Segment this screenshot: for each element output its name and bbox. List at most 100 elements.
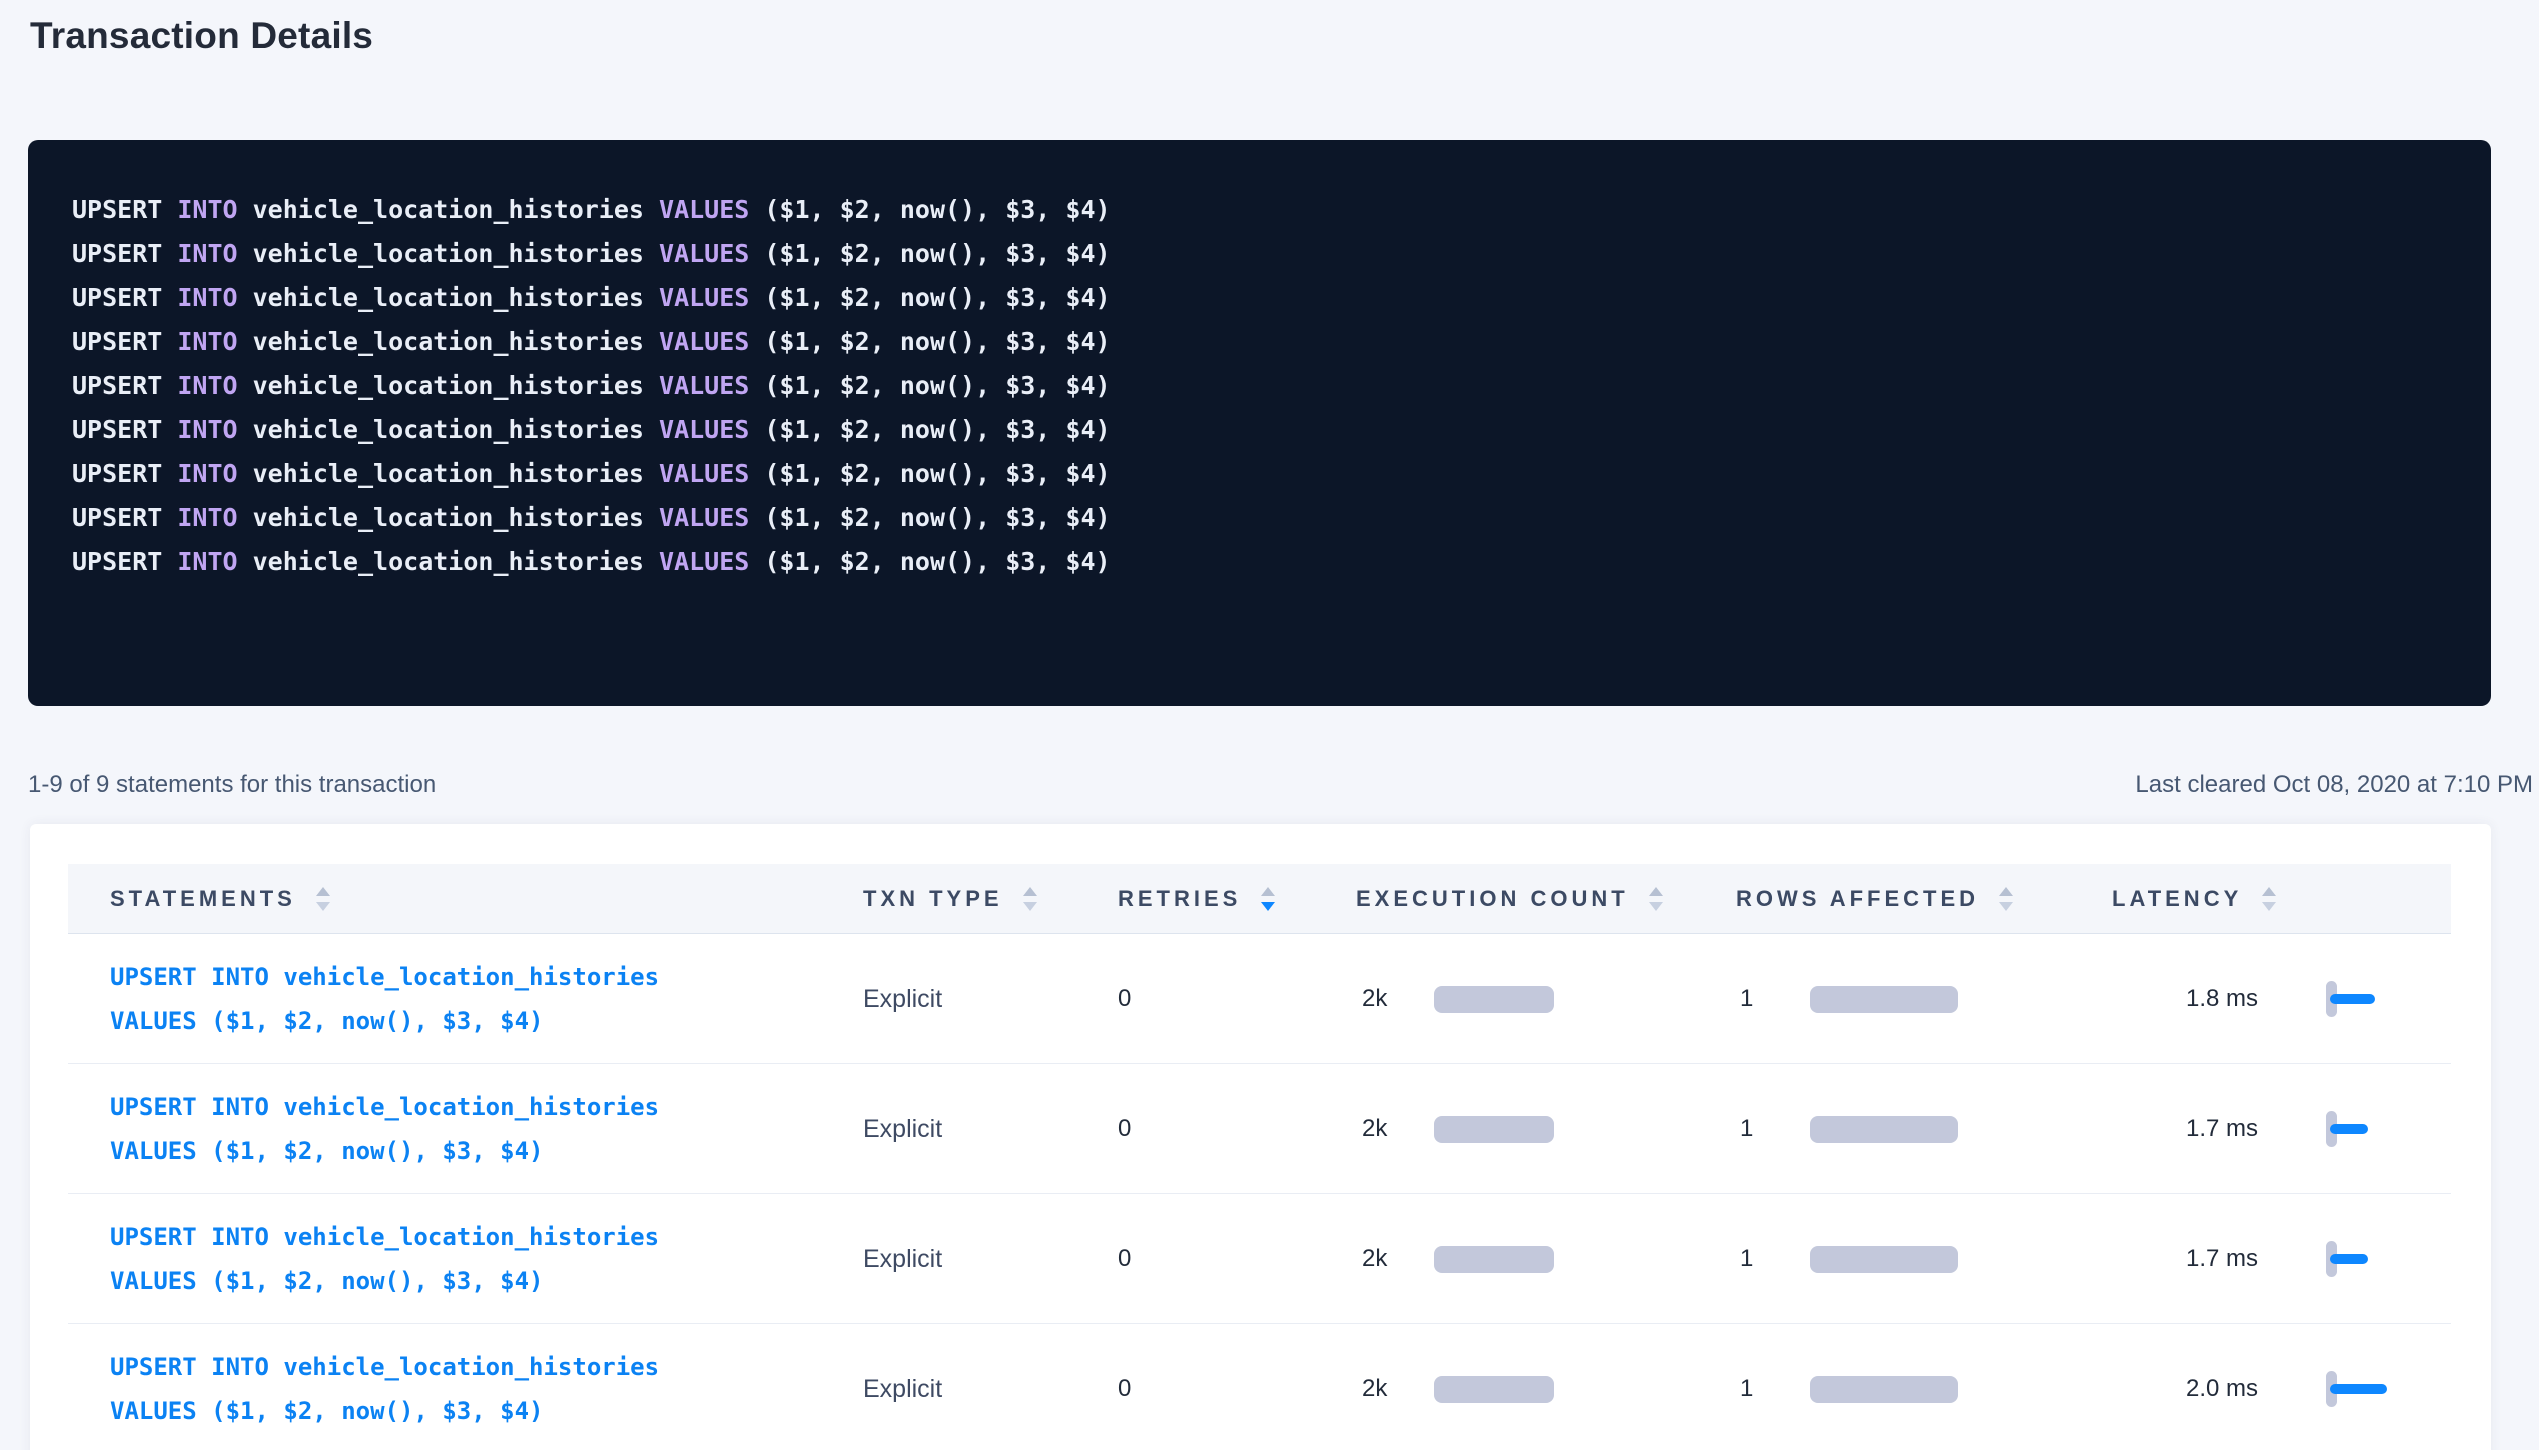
latency-cell: 1.8 ms: [2112, 934, 2456, 1064]
sort-desc-icon[interactable]: [2262, 902, 2276, 911]
latency-value: 1.8 ms: [2112, 985, 2258, 1013]
sql-code-line: UPSERT INTO vehicle_location_histories V…: [72, 276, 2451, 320]
rows-affected-bar: [1810, 1116, 1958, 1143]
column-header-label: ROWS AFFECTED: [1736, 886, 1979, 912]
sort-icons[interactable]: [316, 887, 330, 911]
table-row: UPSERT INTO vehicle_location_histories VA…: [68, 1064, 2451, 1194]
statement-line: UPSERT INTO vehicle_location_histories: [110, 1093, 659, 1121]
sql-code-line: UPSERT INTO vehicle_location_histories V…: [72, 364, 2451, 408]
sql-code-block: UPSERT INTO vehicle_location_histories V…: [28, 140, 2491, 706]
rows-affected-value: 1: [1740, 985, 1810, 1013]
rows-affected-cell: 1: [1740, 1194, 1958, 1324]
execution-count-bar: [1434, 1376, 1554, 1403]
sql-code-line: UPSERT INTO vehicle_location_histories V…: [72, 540, 2451, 584]
sort-desc-icon[interactable]: [316, 902, 330, 911]
execution-count-bar: [1434, 986, 1554, 1013]
page-title: Transaction Details: [30, 12, 2539, 60]
sort-asc-icon[interactable]: [316, 887, 330, 896]
last-cleared-timestamp: Last cleared Oct 08, 2020 at 7:10 PM: [2135, 768, 2533, 802]
sort-icons[interactable]: [1023, 887, 1037, 911]
rows-affected-cell: 1: [1740, 1324, 1958, 1450]
rows-affected-bar: [1810, 1246, 1958, 1273]
execution-count-cell: 2k: [1362, 1194, 1554, 1324]
latency-bar-chart: [2326, 1370, 2456, 1408]
sort-asc-icon[interactable]: [1261, 887, 1275, 896]
txn-type-cell: Explicit: [863, 934, 942, 1064]
execution-count-bar: [1434, 1246, 1554, 1273]
column-header-latency[interactable]: LATENCY: [2112, 864, 2276, 934]
latency-bar: [2330, 1254, 2368, 1264]
execution-count-value: 2k: [1362, 1375, 1434, 1403]
rows-affected-value: 1: [1740, 1245, 1810, 1273]
sort-asc-icon[interactable]: [1999, 887, 2013, 896]
latency-cell: 2.0 ms: [2112, 1324, 2456, 1450]
execution-count-value: 2k: [1362, 1115, 1434, 1143]
sort-icons[interactable]: [2262, 887, 2276, 911]
rows-affected-bar: [1810, 986, 1958, 1013]
column-header-retries[interactable]: RETRIES: [1118, 864, 1275, 934]
sql-code-line: UPSERT INTO vehicle_location_histories V…: [72, 232, 2451, 276]
statement-line: VALUES ($1, $2, now(), $3, $4): [110, 1137, 543, 1165]
sql-code-line: UPSERT INTO vehicle_location_histories V…: [72, 188, 2451, 232]
sql-code-line: UPSERT INTO vehicle_location_histories V…: [72, 496, 2451, 540]
statement-link[interactable]: UPSERT INTO vehicle_location_histories VA…: [110, 1085, 659, 1173]
sort-desc-icon[interactable]: [1261, 902, 1275, 911]
sort-icons[interactable]: [1999, 887, 2013, 911]
sort-desc-icon[interactable]: [1023, 902, 1037, 911]
statement-line: VALUES ($1, $2, now(), $3, $4): [110, 1007, 543, 1035]
column-header-label: EXECUTION COUNT: [1356, 886, 1629, 912]
statement-line: VALUES ($1, $2, now(), $3, $4): [110, 1267, 543, 1295]
sort-desc-icon[interactable]: [1649, 902, 1663, 911]
retries-cell: 0: [1118, 1064, 1131, 1194]
latency-bar-chart: [2326, 980, 2456, 1018]
sort-asc-icon[interactable]: [1023, 887, 1037, 896]
column-header-label: LATENCY: [2112, 886, 2242, 912]
latency-bar: [2330, 1124, 2368, 1134]
column-header-label: RETRIES: [1118, 886, 1241, 912]
column-header-txn-type[interactable]: TXN TYPE: [863, 864, 1037, 934]
sort-desc-icon[interactable]: [1999, 902, 2013, 911]
column-header-rows-affected[interactable]: ROWS AFFECTED: [1736, 864, 2013, 934]
latency-cell: 1.7 ms: [2112, 1194, 2456, 1324]
column-header-label: TXN TYPE: [863, 886, 1003, 912]
statement-link[interactable]: UPSERT INTO vehicle_location_histories VA…: [110, 955, 659, 1043]
execution-count-cell: 2k: [1362, 1064, 1554, 1194]
table-meta-row: 1-9 of 9 statements for this transaction…: [28, 768, 2533, 802]
statement-line: UPSERT INTO vehicle_location_histories: [110, 963, 659, 991]
column-header-execution-count[interactable]: EXECUTION COUNT: [1356, 864, 1663, 934]
txn-type-cell: Explicit: [863, 1194, 942, 1324]
latency-value: 1.7 ms: [2112, 1115, 2258, 1143]
rows-affected-cell: 1: [1740, 1064, 1958, 1194]
table-row: UPSERT INTO vehicle_location_historiesVA…: [68, 1324, 2451, 1450]
statements-summary: 1-9 of 9 statements for this transaction: [28, 768, 436, 802]
latency-bar-chart: [2326, 1110, 2456, 1148]
latency-value: 2.0 ms: [2112, 1375, 2258, 1403]
retries-cell: 0: [1118, 934, 1131, 1064]
sql-code-line: UPSERT INTO vehicle_location_histories V…: [72, 408, 2451, 452]
table-row: UPSERT INTO vehicle_location_histories VA…: [68, 934, 2451, 1064]
statements-table-card: STATEMENTS TXN TYPE RETRIES EXECUTION CO…: [30, 824, 2491, 1450]
rows-affected-value: 1: [1740, 1115, 1810, 1143]
latency-cell: 1.7 ms: [2112, 1064, 2456, 1194]
txn-type-cell: Explicit: [863, 1324, 942, 1450]
sort-icons[interactable]: [1649, 887, 1663, 911]
rows-affected-bar: [1810, 1376, 1958, 1403]
sort-asc-icon[interactable]: [1649, 887, 1663, 896]
execution-count-value: 2k: [1362, 1245, 1434, 1273]
statement-line: UPSERT INTO vehicle_location_histories: [110, 1353, 659, 1381]
column-header-label: STATEMENTS: [110, 886, 296, 912]
rows-affected-value: 1: [1740, 1375, 1810, 1403]
execution-count-cell: 2k: [1362, 934, 1554, 1064]
statement-link[interactable]: UPSERT INTO vehicle_location_historiesVA…: [110, 1215, 659, 1303]
latency-bar: [2330, 994, 2375, 1004]
txn-type-cell: Explicit: [863, 1064, 942, 1194]
sql-code-line: UPSERT INTO vehicle_location_histories V…: [72, 452, 2451, 496]
column-header-statements[interactable]: STATEMENTS: [110, 864, 330, 934]
latency-bar-chart: [2326, 1240, 2456, 1278]
sort-asc-icon[interactable]: [2262, 887, 2276, 896]
sort-icons[interactable]: [1261, 887, 1275, 911]
statement-link[interactable]: UPSERT INTO vehicle_location_historiesVA…: [110, 1345, 659, 1433]
retries-cell: 0: [1118, 1194, 1131, 1324]
retries-cell: 0: [1118, 1324, 1131, 1450]
sql-code-line: UPSERT INTO vehicle_location_histories V…: [72, 320, 2451, 364]
